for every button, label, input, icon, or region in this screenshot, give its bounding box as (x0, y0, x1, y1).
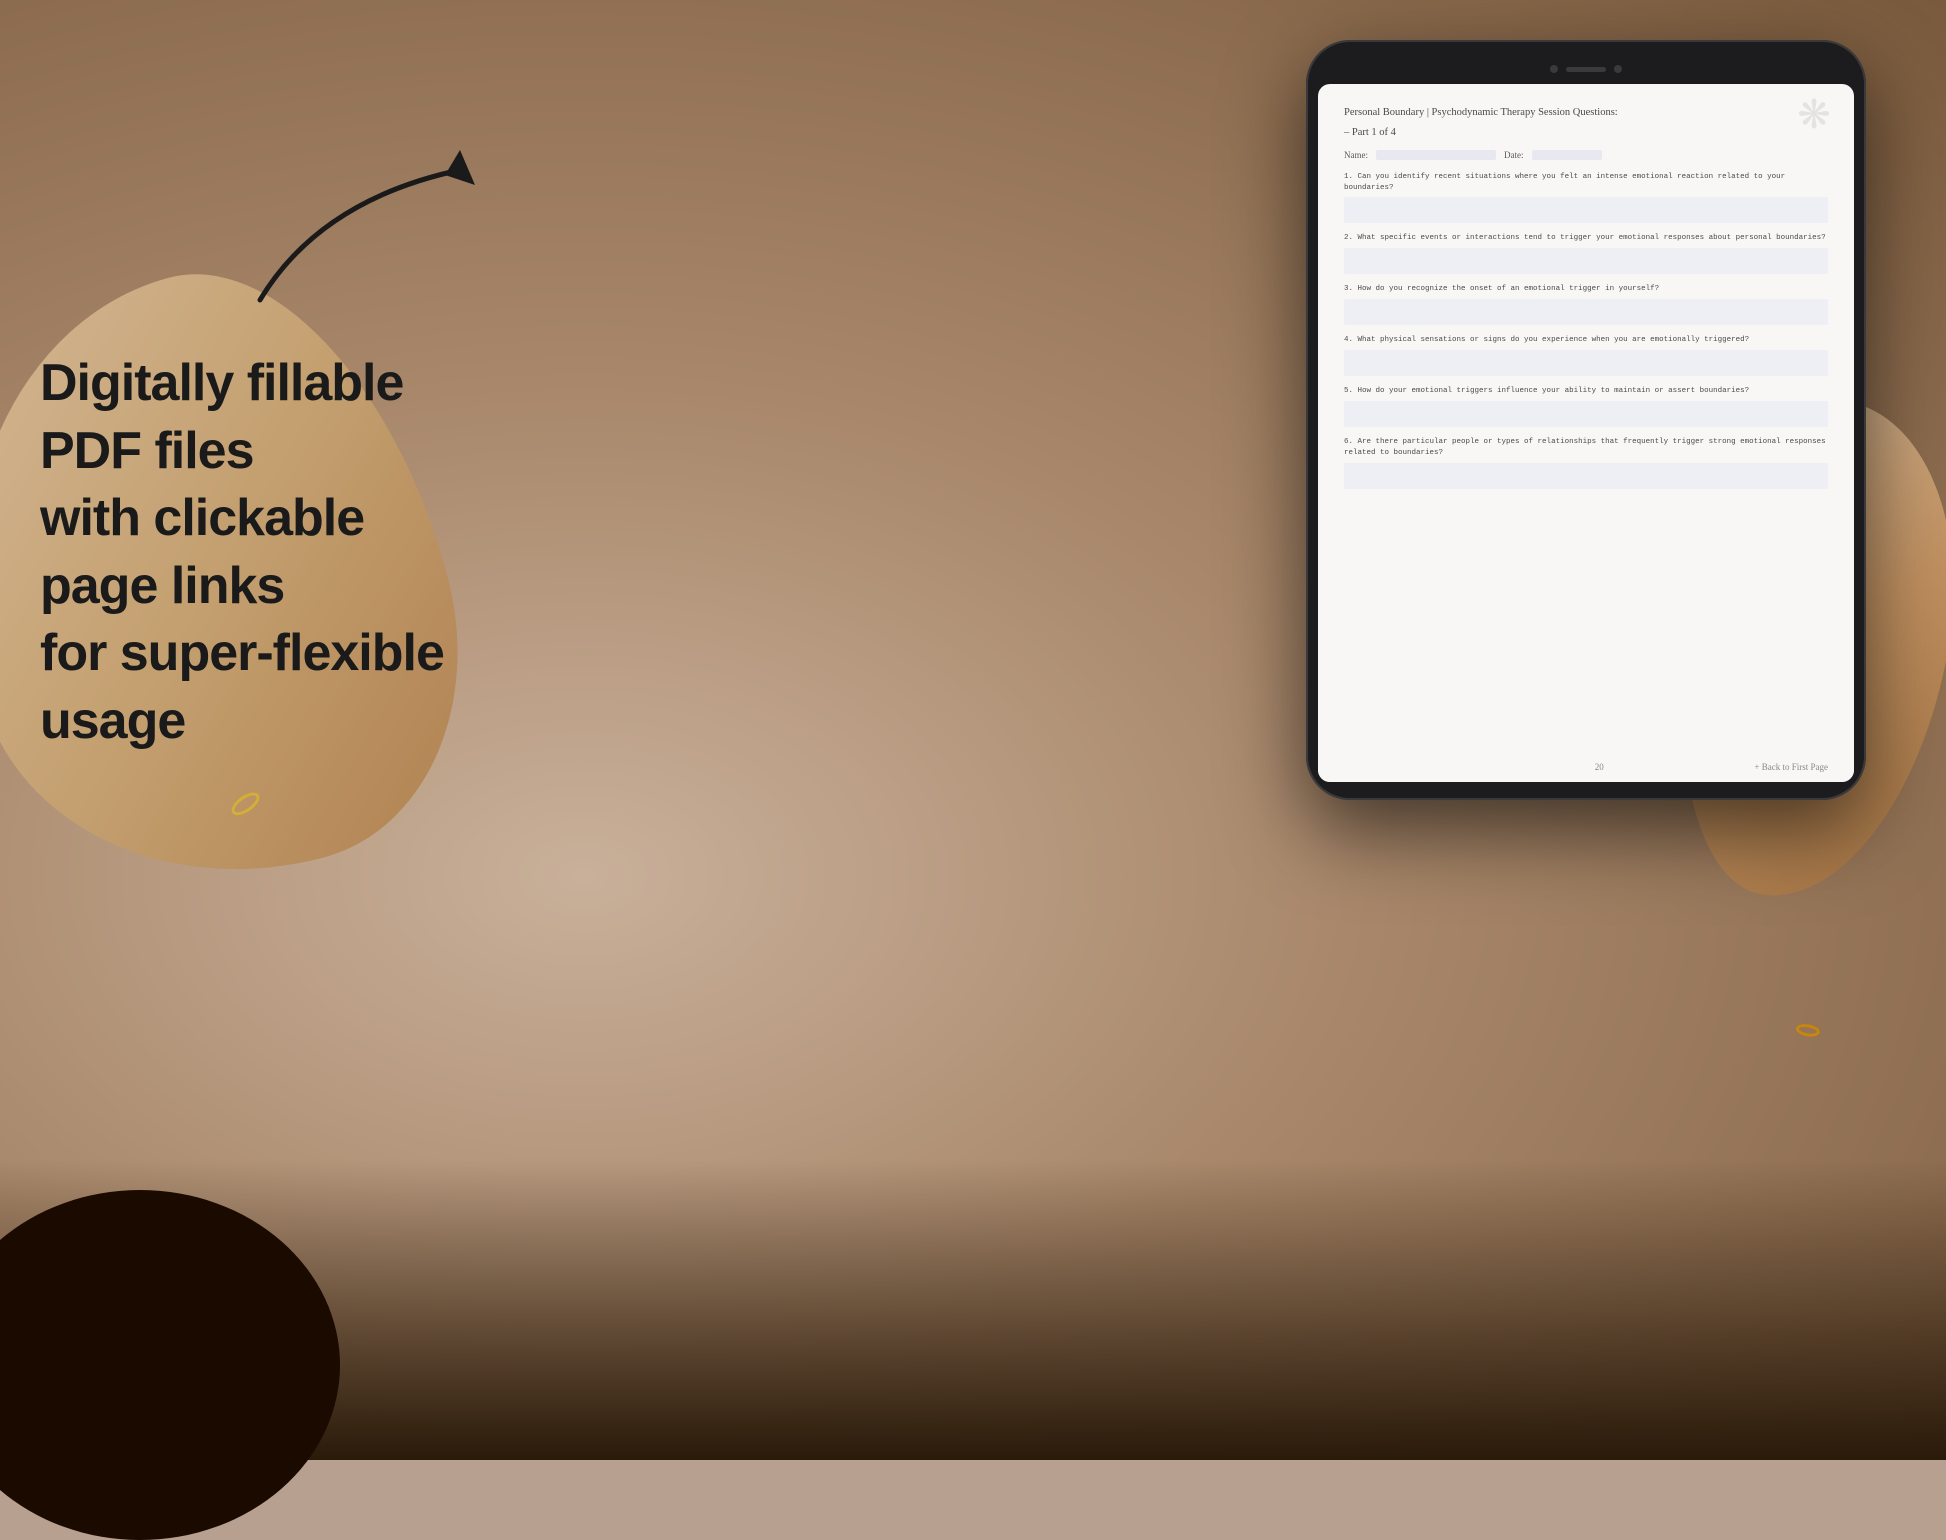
left-text-line3: for super-flexible usage (40, 624, 444, 750)
left-text-block: Digitally fillable PDF files with clicka… (40, 350, 460, 756)
question-5-text: 5. How do your emotional triggers influe… (1344, 386, 1828, 397)
pdf-back-link[interactable]: + Back to First Page (1754, 762, 1828, 772)
arrow-icon (200, 140, 520, 320)
tablet-speaker (1566, 67, 1606, 72)
question-6-text: 6. Are there particular people or types … (1344, 437, 1828, 459)
answer-box-4[interactable] (1344, 350, 1828, 376)
pdf-title: Personal Boundary | Psychodynamic Therap… (1344, 106, 1828, 121)
question-2: 2. What specific events or interactions … (1344, 233, 1828, 274)
question-3-text: 3. How do you recognize the onset of an … (1344, 284, 1828, 295)
answer-box-6[interactable] (1344, 463, 1828, 489)
answer-box-2[interactable] (1344, 248, 1828, 274)
ring-left (228, 788, 263, 819)
question-5: 5. How do your emotional triggers influe… (1344, 386, 1828, 427)
pdf-footer: 20 + Back to First Page (1318, 756, 1854, 782)
name-input[interactable] (1376, 150, 1496, 160)
question-2-text: 2. What specific events or interactions … (1344, 233, 1828, 244)
answer-box-1[interactable] (1344, 197, 1828, 223)
pdf-subtitle: – Part 1 of 4 (1344, 127, 1828, 138)
answer-box-3[interactable] (1344, 299, 1828, 325)
date-input[interactable] (1532, 150, 1602, 160)
date-label: Date: (1504, 150, 1524, 160)
tablet-screen: ❋ Personal Boundary | Psychodynamic Ther… (1318, 84, 1854, 782)
question-4-text: 4. What physical sensations or signs do … (1344, 335, 1828, 346)
pdf-watermark-top: ❋ (1774, 84, 1854, 144)
tablet: ❋ Personal Boundary | Psychodynamic Ther… (1306, 40, 1866, 800)
pdf-content: ❋ Personal Boundary | Psychodynamic Ther… (1318, 84, 1854, 756)
camera-dot-left (1550, 65, 1558, 73)
camera-dot-right (1614, 65, 1622, 73)
question-3: 3. How do you recognize the onset of an … (1344, 284, 1828, 325)
answer-box-5[interactable] (1344, 401, 1828, 427)
question-1: 1. Can you identify recent situations wh… (1344, 172, 1828, 224)
question-1-text: 1. Can you identify recent situations wh… (1344, 172, 1828, 194)
tablet-top-bar (1318, 58, 1854, 80)
pdf-page-number: 20 (1444, 762, 1754, 772)
left-text-line1: Digitally fillable PDF files (40, 354, 403, 480)
question-6: 6. Are there particular people or types … (1344, 437, 1828, 489)
left-text-line2: with clickable page links (40, 489, 364, 615)
pdf-field-row: Name: Date: (1344, 150, 1828, 160)
name-label: Name: (1344, 150, 1368, 160)
question-4: 4. What physical sensations or signs do … (1344, 335, 1828, 376)
arrow-container (200, 140, 520, 320)
